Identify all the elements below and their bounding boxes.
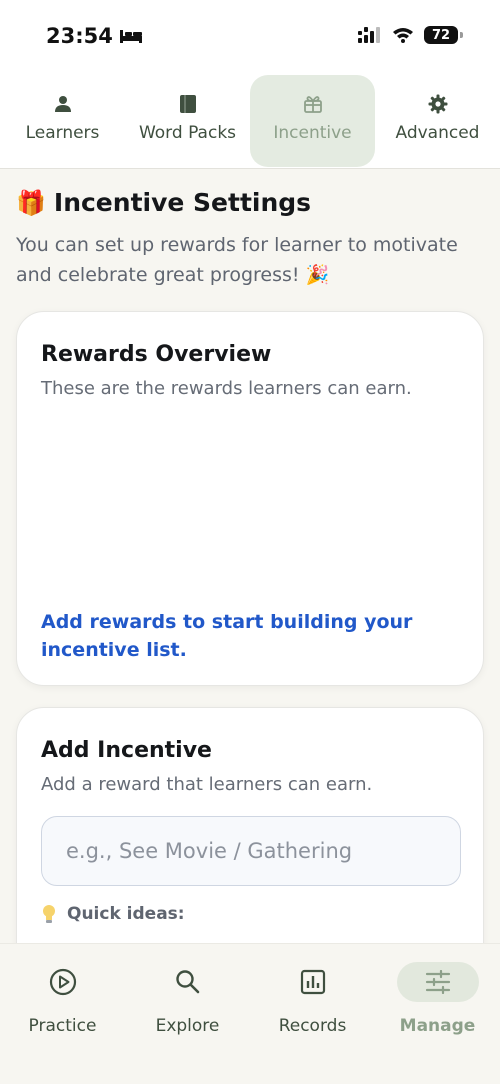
nav-records[interactable]: Records <box>250 962 375 1036</box>
rewards-overview-title: Rewards Overview <box>41 342 272 367</box>
tab-incentive[interactable]: Incentive <box>250 75 375 167</box>
settings-tab-bar: Learners Word Packs Incentive Advanced <box>0 72 500 169</box>
search-icon <box>147 962 229 1002</box>
cellular-signal-icon <box>358 27 380 43</box>
battery-icon: 72 <box>424 26 463 44</box>
tab-incentive-label: Incentive <box>273 123 352 143</box>
tab-learners[interactable]: Learners <box>0 75 125 167</box>
incentive-input[interactable] <box>41 816 461 886</box>
bar-chart-icon <box>272 962 354 1002</box>
tab-word-packs[interactable]: Word Packs <box>125 75 250 167</box>
nav-practice-label: Practice <box>28 1016 97 1036</box>
nav-manage[interactable]: Manage <box>375 962 500 1036</box>
wifi-icon <box>393 28 413 43</box>
status-time-group: 23:54 <box>46 24 143 48</box>
add-incentive-title: Add Incentive <box>41 738 212 763</box>
bed-icon <box>119 30 142 43</box>
nav-explore-label: Explore <box>155 1016 220 1036</box>
page-title-text: Incentive Settings <box>53 188 312 217</box>
person-icon <box>54 93 72 115</box>
book-icon <box>179 93 197 115</box>
status-bar: 23:54 72 <box>0 0 500 72</box>
quick-ideas: Quick ideas: <box>41 904 185 924</box>
gear-icon <box>428 93 448 115</box>
rewards-overview-card: Rewards Overview These are the rewards l… <box>16 311 484 686</box>
nav-records-label: Records <box>278 1016 347 1036</box>
lightbulb-icon <box>43 905 55 923</box>
rewards-overview-subtitle: These are the rewards learners can earn. <box>41 378 412 399</box>
add-rewards-link[interactable]: Add rewards to start building your incen… <box>41 608 441 664</box>
gift-icon <box>303 93 323 115</box>
page-description: You can set up rewards for learner to mo… <box>16 234 458 286</box>
nav-practice[interactable]: Practice <box>0 962 125 1036</box>
status-indicators: 72 <box>358 26 463 44</box>
gift-emoji-icon: 🎁 <box>16 188 46 217</box>
battery-level: 72 <box>431 27 451 43</box>
tab-learners-label: Learners <box>25 123 100 143</box>
tab-word-packs-label: Word Packs <box>138 123 237 143</box>
tab-advanced-label: Advanced <box>395 123 480 143</box>
sliders-icon <box>396 962 479 1002</box>
quick-ideas-label: Quick ideas: <box>67 904 185 924</box>
page-title: 🎁 Incentive Settings <box>16 188 311 217</box>
tab-advanced[interactable]: Advanced <box>375 75 500 167</box>
bottom-nav: Practice Explore Records Manage <box>0 943 500 1084</box>
status-time: 23:54 <box>46 24 113 48</box>
add-incentive-subtitle: Add a reward that learners can earn. <box>41 774 373 795</box>
play-circle-icon <box>22 962 104 1002</box>
nav-explore[interactable]: Explore <box>125 962 250 1036</box>
nav-manage-label: Manage <box>399 1016 476 1036</box>
